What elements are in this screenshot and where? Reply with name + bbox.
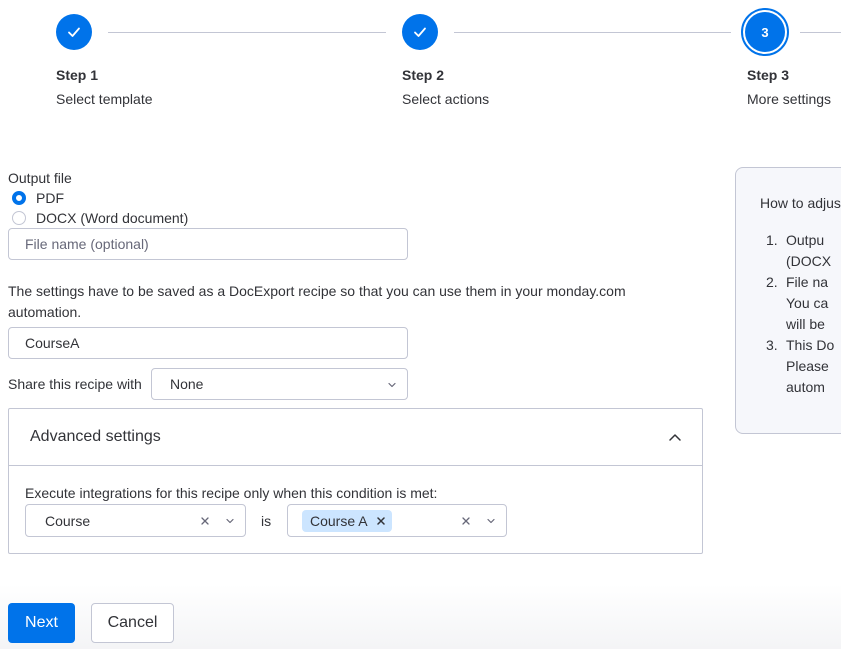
radio-unchecked-icon[interactable]	[12, 211, 26, 225]
recipe-note: The settings have to be saved as a DocEx…	[8, 283, 626, 320]
checkmark-icon	[68, 27, 80, 37]
help-item-line: (DOCX	[786, 253, 832, 269]
help-item-line: Outpu	[786, 232, 825, 248]
chevron-down-icon	[388, 382, 396, 388]
step-1-done-icon	[56, 14, 92, 50]
chip-label: Course A	[310, 512, 368, 529]
condition-column-value: Course	[45, 512, 91, 529]
help-item-number: 1.	[766, 232, 778, 248]
radio-checked-icon[interactable]	[12, 191, 26, 205]
chevron-down-icon[interactable]	[486, 516, 496, 526]
file-name-input[interactable]	[8, 228, 408, 260]
step-2-title: Step 2	[402, 67, 445, 83]
advanced-settings-title: Advanced settings	[30, 428, 161, 445]
share-select-value: None	[170, 376, 204, 392]
condition-value-chip: Course A	[302, 509, 392, 532]
help-item-number: 2.	[766, 274, 778, 290]
chevron-down-icon[interactable]	[225, 516, 235, 526]
chevron-up-icon[interactable]	[668, 430, 682, 444]
step-1-subtitle: Select template	[56, 91, 153, 107]
checkmark-icon	[414, 27, 426, 37]
condition-operator: is	[261, 513, 272, 529]
help-item-line: will be	[786, 316, 825, 332]
radio-pdf-label: PDF	[36, 190, 64, 206]
recipe-name-input[interactable]	[8, 327, 408, 359]
step-connector	[800, 32, 841, 33]
condition-label: Execute integrations for this recipe onl…	[25, 485, 438, 501]
help-item-line: autom	[786, 379, 825, 395]
radio-pdf[interactable]: PDF	[12, 190, 64, 206]
step-3-title: Step 3	[747, 67, 790, 83]
help-list: 1. Outpu (DOCX 2. File na You ca will be…	[766, 230, 841, 398]
clear-icon[interactable]	[200, 516, 210, 526]
step-3-current-indicator: 3	[741, 8, 789, 56]
step-3-subtitle: More settings	[747, 91, 832, 107]
help-item-line: This Do	[786, 337, 835, 353]
help-item-line: You ca	[786, 295, 829, 311]
condition-value-select[interactable]: Course A	[287, 504, 507, 537]
step-3-number: 3	[745, 12, 785, 52]
share-label: Share this recipe with	[8, 376, 142, 392]
next-button[interactable]: Next	[8, 603, 75, 643]
output-file-label: Output file	[8, 170, 72, 186]
radio-docx-label: DOCX (Word document)	[36, 210, 189, 226]
share-select[interactable]: None	[151, 368, 408, 400]
help-item: 3. This Do Please autom	[766, 335, 841, 398]
advanced-settings-header[interactable]: Advanced settings	[9, 409, 702, 466]
advanced-settings-panel: Advanced settings Execute integrations f…	[8, 408, 703, 554]
step-connector	[108, 32, 386, 33]
radio-docx[interactable]: DOCX (Word document)	[12, 210, 188, 226]
help-item-line: Please	[786, 358, 829, 374]
chip-remove-icon[interactable]	[376, 516, 386, 526]
step-2-done-icon	[402, 14, 438, 50]
help-item: 2. File na You ca will be	[766, 272, 841, 335]
help-item-number: 3.	[766, 337, 778, 353]
help-item: 1. Outpu (DOCX	[766, 230, 841, 272]
help-panel: How to adjus 1. Outpu (DOCX 2. File na Y…	[735, 167, 841, 434]
help-intro: How to adjus	[760, 195, 841, 211]
help-item-line: File na	[786, 274, 829, 290]
condition-column-select[interactable]: Course	[25, 504, 246, 537]
clear-icon[interactable]	[461, 516, 471, 526]
step-2-subtitle: Select actions	[402, 91, 490, 107]
cancel-button[interactable]: Cancel	[91, 603, 174, 643]
step-1-title: Step 1	[56, 67, 99, 83]
step-connector	[454, 32, 731, 33]
